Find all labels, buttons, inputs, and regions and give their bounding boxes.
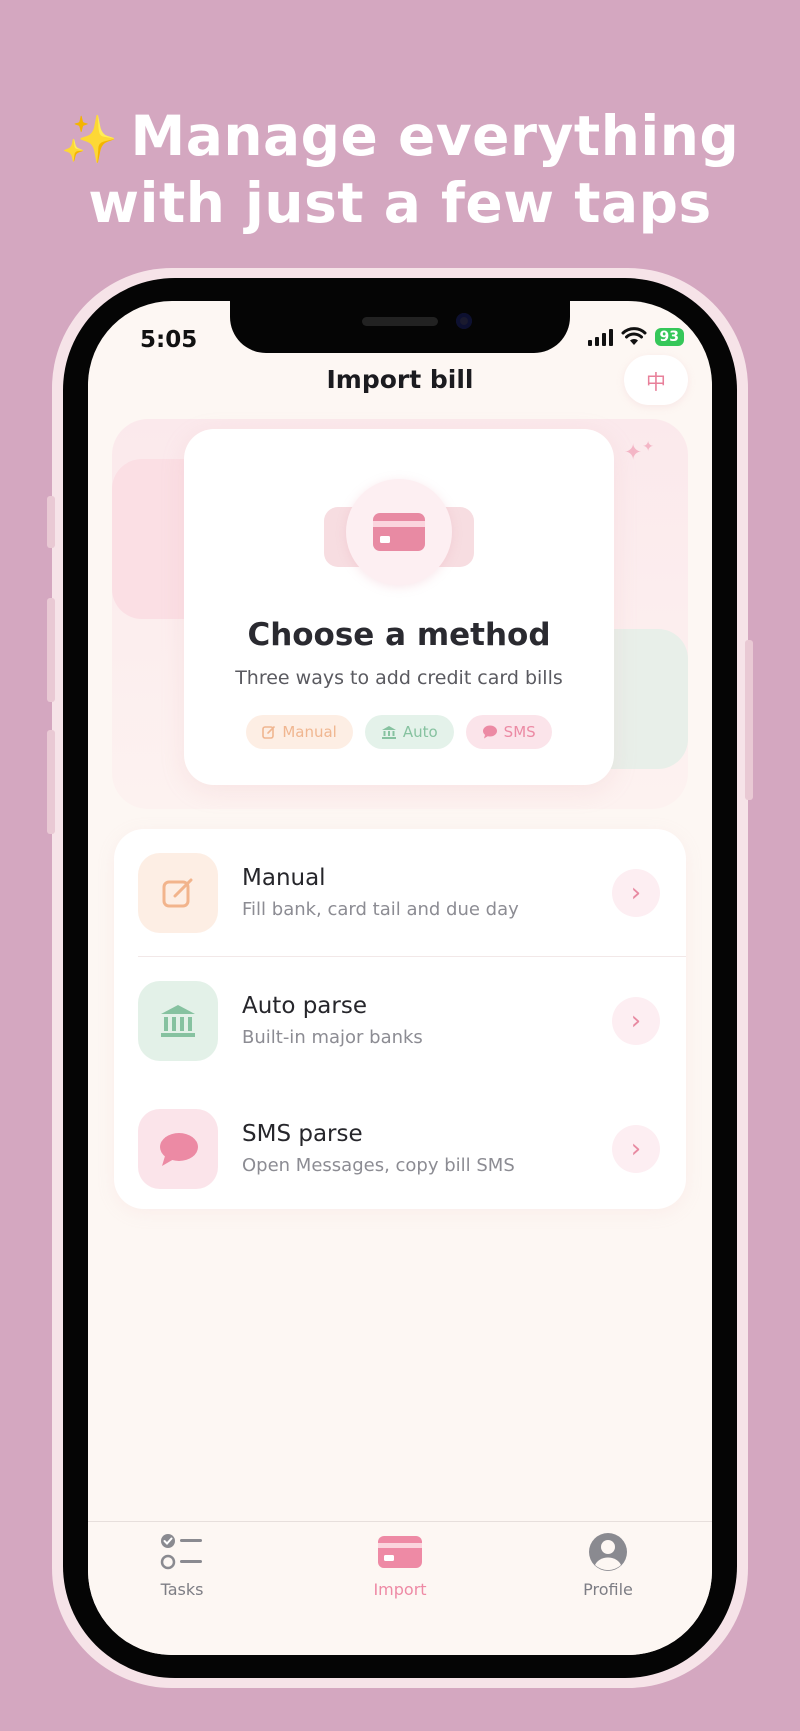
checklist-icon bbox=[160, 1534, 202, 1570]
chip-label: Auto bbox=[402, 723, 438, 741]
method-chips: Manual Auto SMS bbox=[184, 715, 614, 749]
chip-manual: Manual bbox=[246, 715, 353, 749]
language-toggle-button[interactable]: 中 bbox=[624, 355, 688, 405]
tab-label: Profile bbox=[583, 1580, 633, 1599]
method-row-auto-parse[interactable]: Auto parse Built-in major banks › bbox=[114, 957, 686, 1085]
method-list: Manual Fill bank, card tail and due day … bbox=[114, 829, 686, 1209]
person-icon bbox=[589, 1533, 627, 1571]
hero-title: Choose a method bbox=[247, 617, 551, 653]
method-subtitle: Fill bank, card tail and due day bbox=[242, 899, 519, 920]
tab-tasks[interactable]: Tasks bbox=[122, 1532, 242, 1599]
method-subtitle: Built-in major banks bbox=[242, 1027, 423, 1048]
notch bbox=[230, 301, 570, 353]
chevron-right-icon[interactable]: › bbox=[612, 869, 660, 917]
hero-card: Choose a method Three ways to add credit… bbox=[184, 429, 614, 785]
chevron-right-icon[interactable]: › bbox=[612, 997, 660, 1045]
mute-switch bbox=[47, 496, 55, 548]
hero-subtitle: Three ways to add credit card bills bbox=[235, 667, 563, 689]
chip-label: Manual bbox=[282, 723, 337, 741]
sparkles-icon: ✨ bbox=[60, 112, 119, 166]
method-row-sms-parse[interactable]: SMS parse Open Messages, copy bill SMS › bbox=[114, 1085, 686, 1213]
chip-label: SMS bbox=[503, 723, 536, 741]
tab-label: Tasks bbox=[160, 1580, 204, 1599]
headline-line-2: with just a few taps bbox=[88, 171, 712, 235]
power-button bbox=[745, 640, 753, 800]
chevron-right-icon[interactable]: › bbox=[612, 1125, 660, 1173]
headline-line-1: Manage everything bbox=[130, 104, 740, 168]
tab-profile[interactable]: Profile bbox=[548, 1532, 668, 1599]
page-title: Import bill bbox=[326, 365, 474, 394]
tab-label: Import bbox=[373, 1580, 427, 1599]
battery-icon: 93 bbox=[654, 328, 684, 346]
cellular-signal-icon bbox=[587, 328, 613, 346]
chip-auto: Auto bbox=[364, 715, 454, 749]
chip-sms: SMS bbox=[465, 715, 552, 749]
tab-bar: Tasks Import Profile bbox=[88, 1521, 712, 1655]
hero-illustration bbox=[324, 479, 474, 589]
wifi-icon bbox=[621, 327, 647, 345]
method-title: Manual bbox=[242, 865, 326, 891]
method-title: Auto parse bbox=[242, 993, 367, 1019]
bank-icon bbox=[381, 726, 396, 739]
chat-bubble-icon bbox=[482, 725, 497, 739]
tab-import[interactable]: Import bbox=[340, 1532, 460, 1599]
front-camera bbox=[456, 313, 472, 329]
promo-headline: ✨ Manage everything with just a few taps bbox=[0, 104, 800, 235]
volume-up-button bbox=[47, 598, 55, 702]
method-subtitle: Open Messages, copy bill SMS bbox=[242, 1155, 515, 1176]
sparkle-decoration-icon: ✦✦ bbox=[623, 439, 654, 466]
edit-icon bbox=[138, 853, 218, 933]
speaker bbox=[362, 317, 438, 326]
edit-icon bbox=[262, 726, 276, 739]
card-icon bbox=[378, 1536, 422, 1568]
bank-icon bbox=[138, 981, 218, 1061]
method-row-manual[interactable]: Manual Fill bank, card tail and due day … bbox=[114, 829, 686, 957]
credit-card-icon bbox=[346, 479, 452, 585]
chat-bubble-icon bbox=[138, 1109, 218, 1189]
volume-down-button bbox=[47, 730, 55, 834]
status-icons: 93 bbox=[587, 327, 684, 347]
phone-screen: 5:05 93 Import bill 中 ✦✦ Choose a method… bbox=[88, 301, 712, 1655]
status-time: 5:05 bbox=[140, 327, 198, 353]
method-title: SMS parse bbox=[242, 1121, 363, 1147]
